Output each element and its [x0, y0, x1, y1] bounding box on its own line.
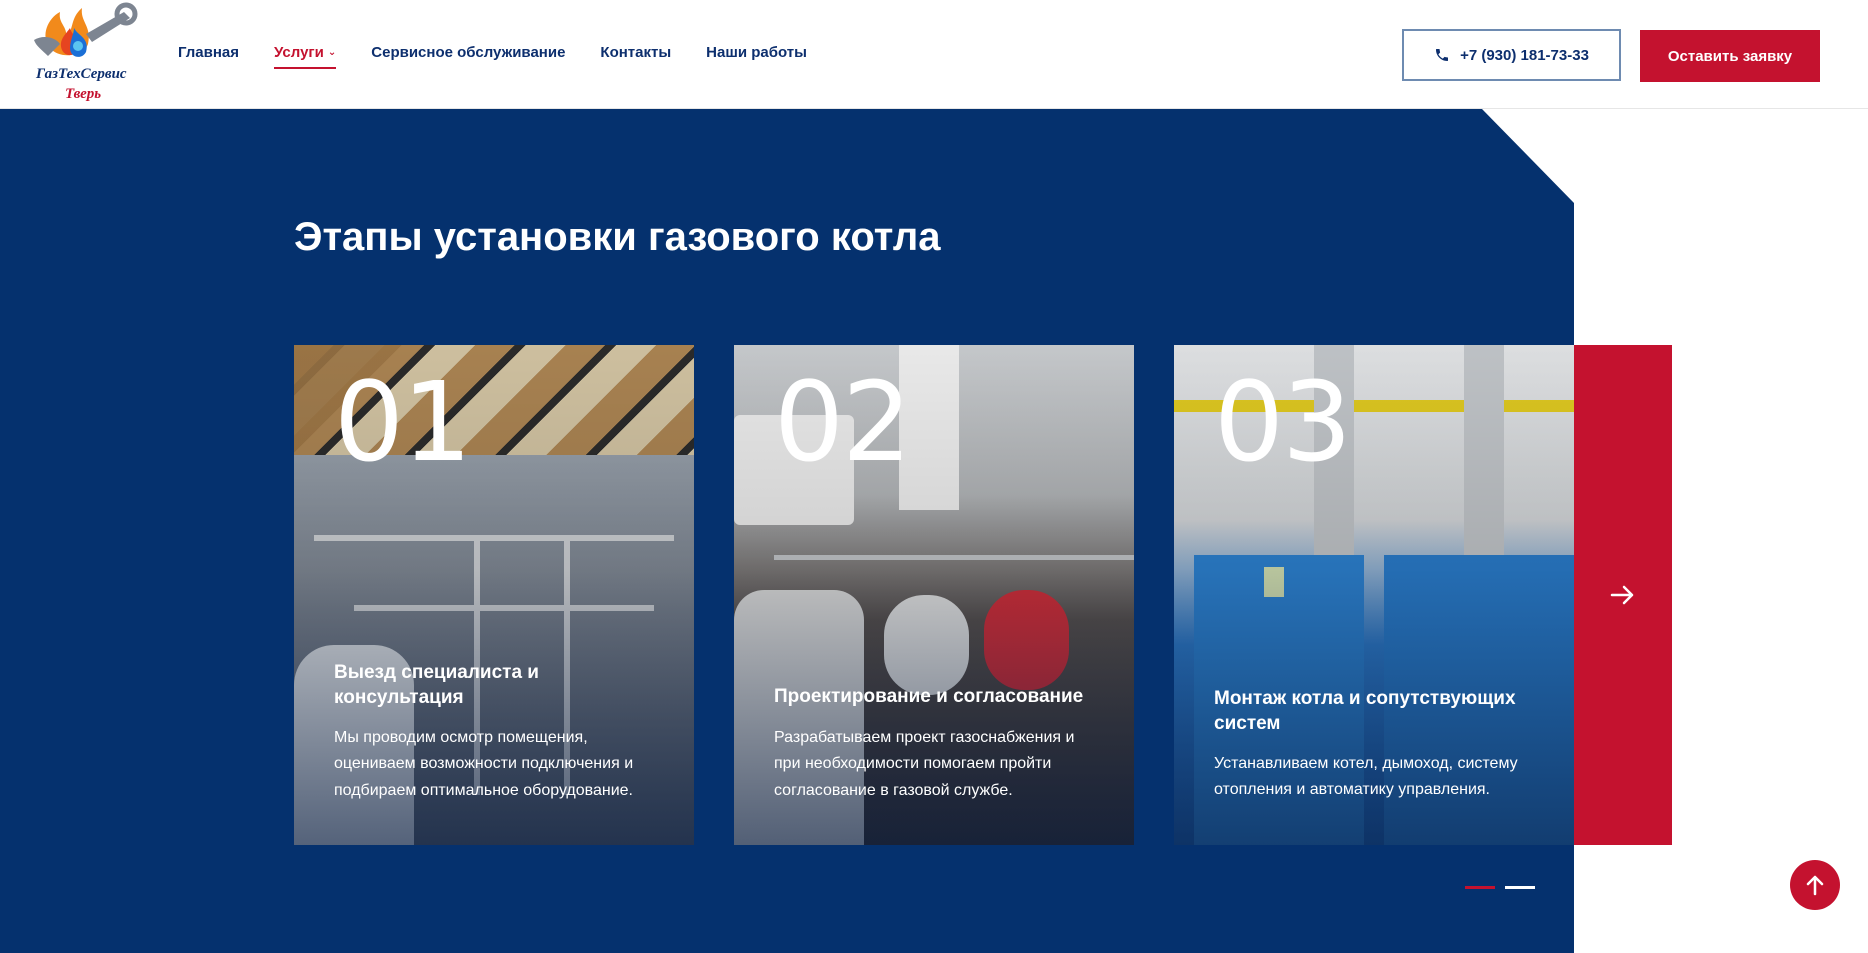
step-title: Проектирование и согласование: [774, 686, 1084, 707]
step-number: 01: [334, 358, 472, 486]
logo[interactable]: ГазТехСервис Тверь: [30, 0, 140, 108]
section-title: Этапы установки газового котла: [294, 215, 941, 259]
arrow-right-icon: [1610, 585, 1634, 605]
step-number: 03: [1214, 358, 1352, 486]
leave-request-button[interactable]: Оставить заявку: [1640, 30, 1820, 82]
step-description: Мы проводим осмотр помещения, оцениваем …: [334, 729, 634, 799]
nav-home[interactable]: Главная: [178, 44, 239, 61]
arrow-up-icon: [1806, 875, 1824, 896]
phone-icon: [1436, 49, 1449, 61]
nav-contacts[interactable]: Контакты: [600, 44, 671, 61]
logo-emblem-icon: [34, 2, 138, 57]
nav-services[interactable]: Услуги ⌄: [274, 44, 337, 69]
phone-button[interactable]: +7 (930) 181-73-33: [1402, 29, 1621, 81]
chevron-down-icon: ⌄: [327, 47, 337, 58]
main-nav: Главная Услуги ⌄ Сервисное обслуживание К…: [178, 44, 807, 69]
phone-number: +7 (930) 181-73-33: [1460, 46, 1589, 64]
logo-title: ГазТехСервис: [36, 66, 127, 82]
step-number: 02: [774, 358, 912, 486]
scroll-to-top-button[interactable]: [1790, 860, 1840, 910]
step-card-2[interactable]: 02 Проектирование и согласование Разраба…: [734, 345, 1134, 845]
step-title: Монтаж котла и сопутствующих систем: [1214, 688, 1516, 734]
logo-city: Тверь: [65, 86, 102, 102]
slider-dot-2[interactable]: [1505, 886, 1535, 889]
nav-our-works[interactable]: Наши работы: [706, 44, 807, 61]
nav-maintenance[interactable]: Сервисное обслуживание: [371, 44, 565, 61]
slider-next-button[interactable]: [1574, 345, 1672, 845]
step-title: Выезд специалиста и консультация: [334, 662, 539, 708]
step-card-3[interactable]: 03 Монтаж котла и сопутствующих систем У…: [1174, 345, 1574, 845]
nav-services-label: Услуги: [274, 44, 324, 61]
slider-pagination: [1465, 886, 1535, 889]
step-card-1[interactable]: 01 Выезд специалиста и консультация Мы п…: [294, 345, 694, 845]
slider-dot-1[interactable]: [1465, 886, 1495, 889]
site-header: ГазТехСервис Тверь Главная Услуги ⌄ Серви…: [0, 0, 1868, 109]
step-description: Разрабатываем проект газоснабжения и при…: [774, 729, 1075, 799]
step-description: Устанавливаем котел, дымоход, систему от…: [1214, 755, 1518, 799]
